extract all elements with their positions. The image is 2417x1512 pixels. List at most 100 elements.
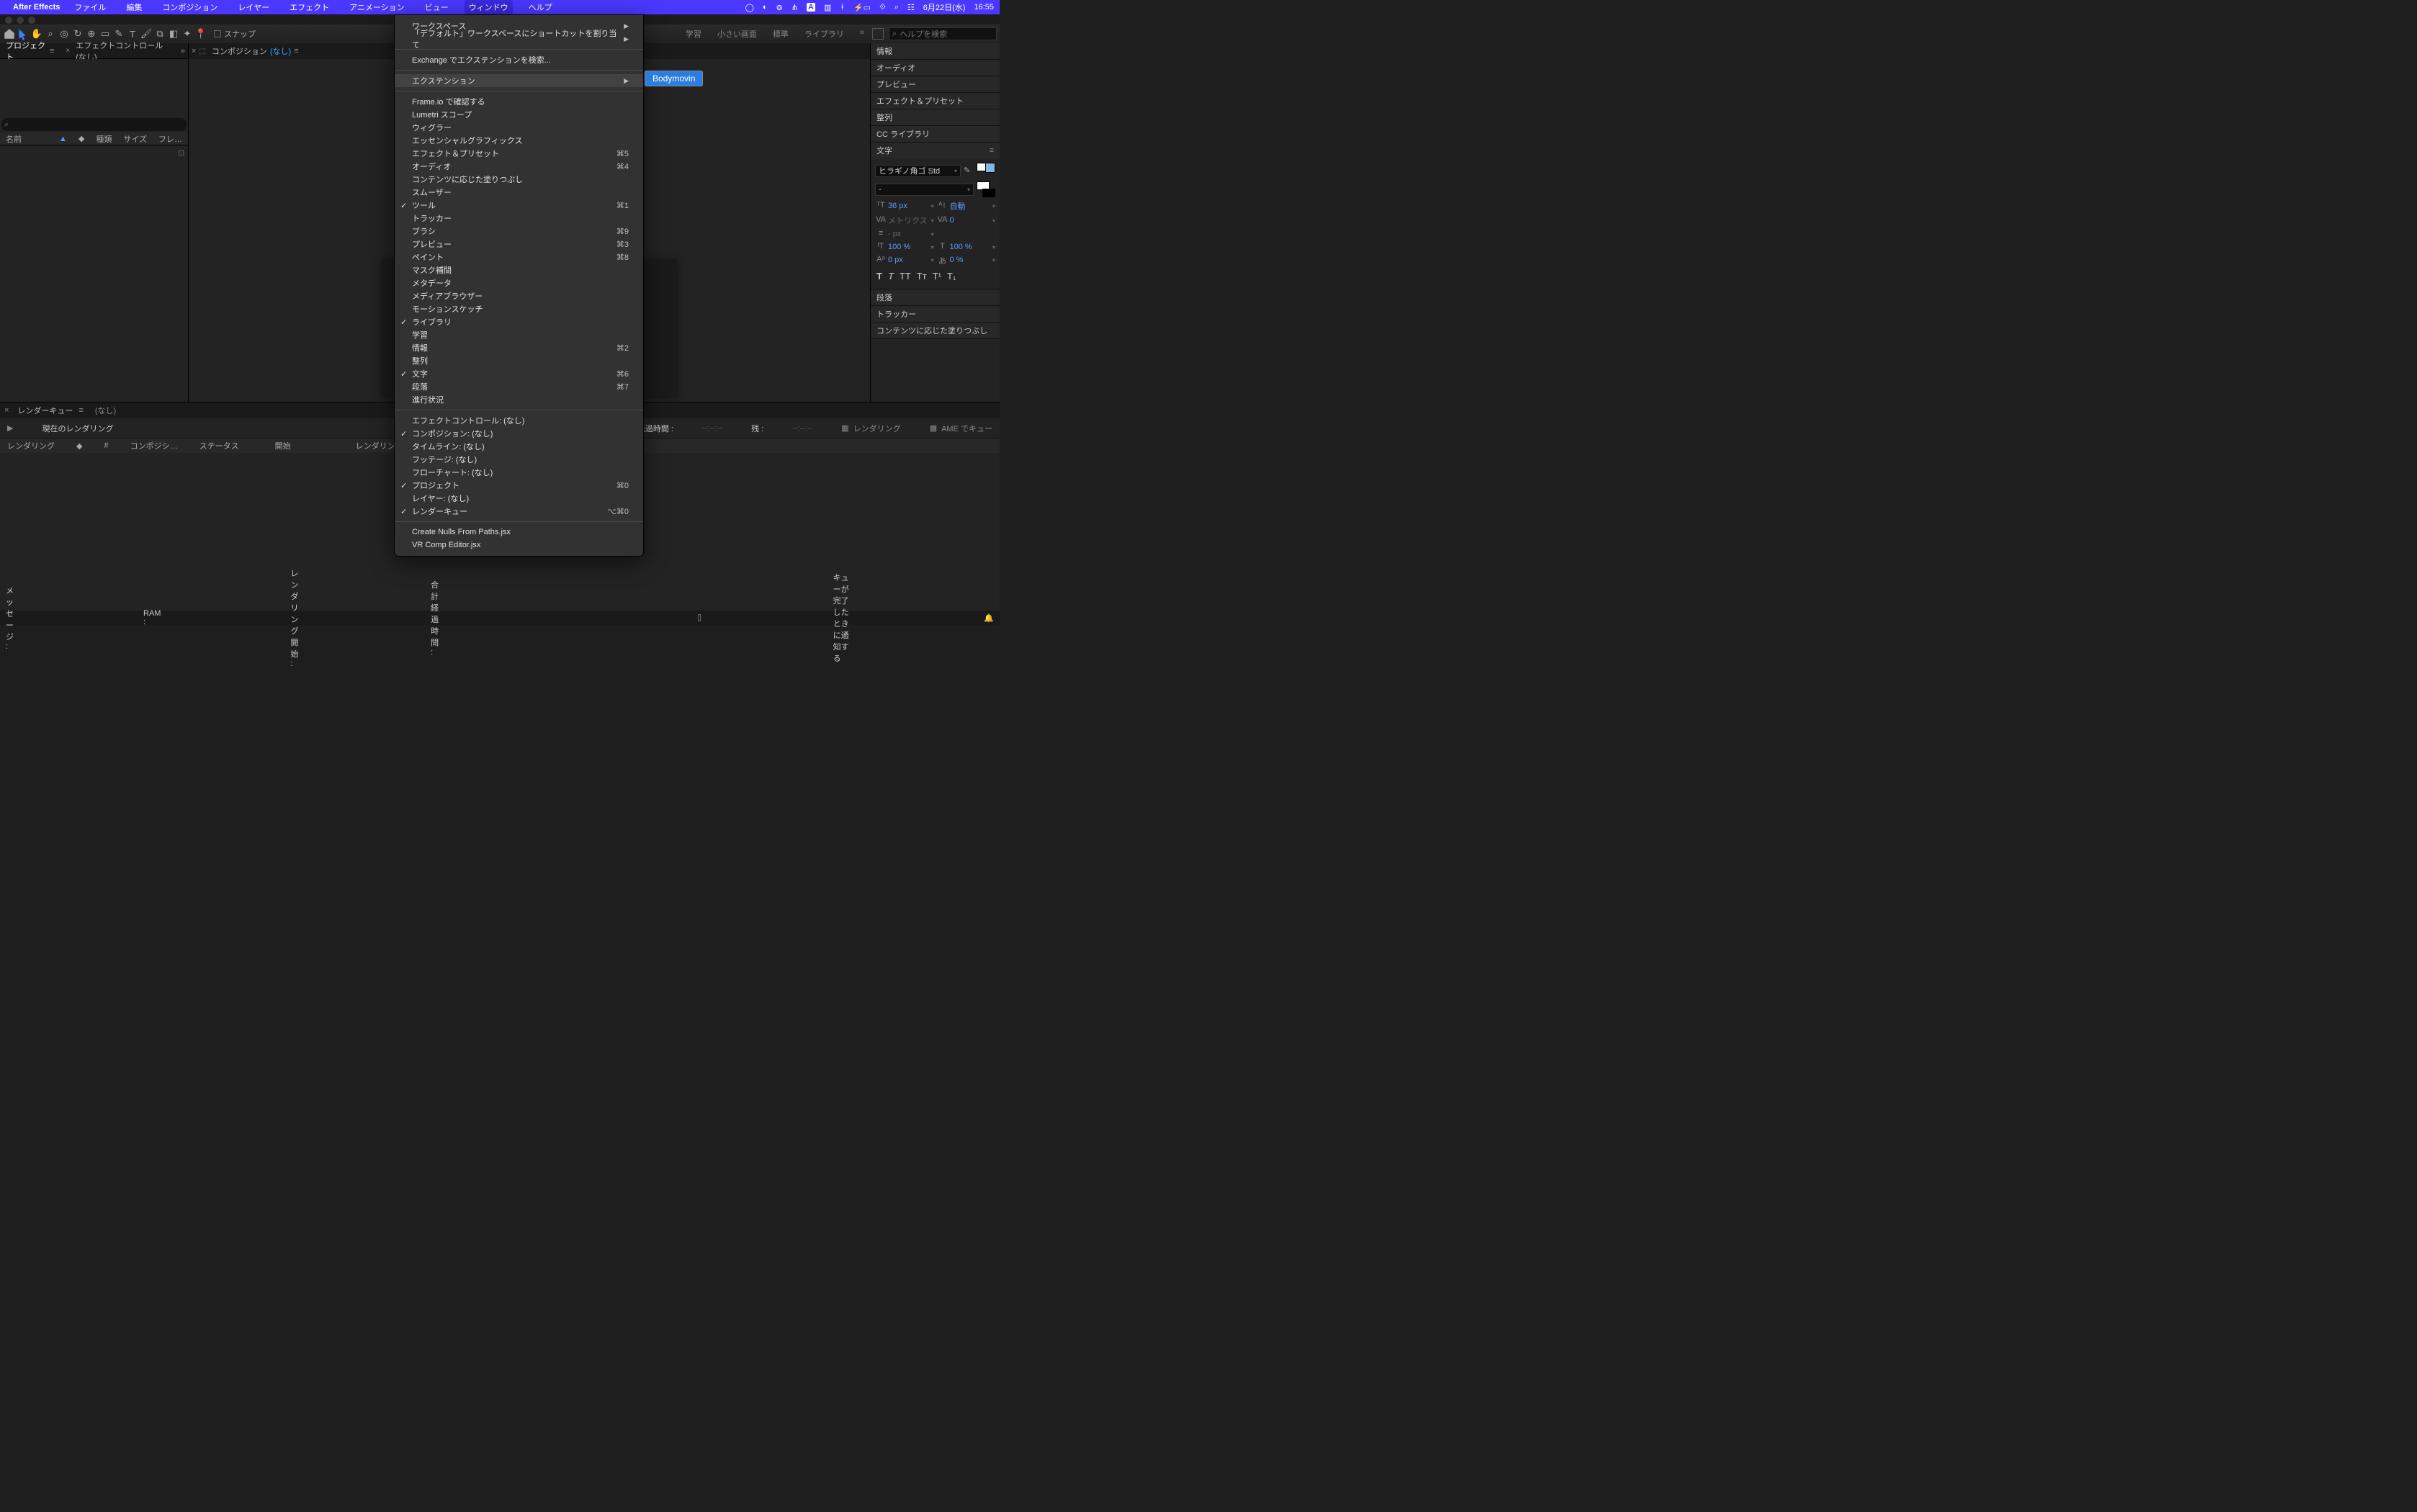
rq-tab[interactable]: レンダーキュー≡ (12, 402, 89, 419)
menu-effect[interactable]: エフェクト (285, 0, 333, 14)
app-name[interactable]: After Effects (13, 3, 60, 12)
menu-view[interactable]: ビュー (421, 0, 453, 14)
menubar-time[interactable]: 16:55 (974, 3, 994, 12)
menu-item[interactable]: Exchange でエクステンションを検索... (395, 53, 643, 66)
menu-item[interactable]: フローチャート: (なし) (395, 466, 643, 479)
menu-item[interactable]: 学習 (395, 328, 643, 341)
help-search[interactable]: ⌕ ヘルプを検索 (889, 27, 997, 40)
gear-status-icon[interactable]: ⊚ (776, 3, 783, 12)
menu-window[interactable]: ウィンドウ (465, 0, 513, 14)
wifi-icon[interactable]: ⟐ (879, 3, 886, 12)
menu-item[interactable]: メタデータ (395, 276, 643, 289)
traffic-max[interactable] (28, 17, 35, 24)
font-style-dropdown[interactable]: -▾ (875, 184, 974, 196)
menu-item[interactable]: ✓プロジェクト⌘0 (395, 479, 643, 492)
menu-item[interactable]: オーディオ⌘4 (395, 160, 643, 173)
style-subscript[interactable]: T₁ (947, 271, 956, 282)
kerning-value[interactable]: メトリクス (888, 215, 928, 226)
label-icon[interactable]: ◆ (79, 134, 84, 143)
style-superscript[interactable]: T¹ (933, 271, 941, 282)
tracking-value[interactable]: 0 (950, 216, 954, 225)
baseline-value[interactable]: 0 px (888, 256, 903, 264)
panel-audio[interactable]: オーディオ (871, 60, 1000, 76)
panel-overflow-icon[interactable]: » (178, 47, 188, 55)
menu-item[interactable]: タイムライン: (なし) (395, 440, 643, 453)
ws-standard[interactable]: 標準 (773, 28, 789, 40)
col-framerate[interactable]: フレ… (158, 133, 182, 145)
menu-file[interactable]: ファイル (70, 0, 110, 14)
menu-item[interactable]: フッテージ: (なし) (395, 453, 643, 466)
mute-icon[interactable]: ⋔ (792, 3, 798, 12)
eyedropper-icon[interactable]: ✎ (964, 166, 974, 176)
bell-icon[interactable]: 🔔 (984, 613, 994, 623)
menu-item[interactable]: コンテンツに応じた塗りつぶし (395, 173, 643, 186)
ime-icon[interactable]: A (807, 3, 815, 12)
ws-overflow-icon[interactable]: » (860, 28, 864, 40)
menu-animation[interactable]: アニメーション (345, 0, 409, 14)
menu-item[interactable]: モーションスケッチ (395, 302, 643, 315)
font-family-dropdown[interactable]: ヒラギノ角ゴ Std▾ (875, 165, 961, 177)
traffic-close[interactable] (5, 17, 12, 24)
panel-preview[interactable]: プレビュー (871, 76, 1000, 92)
render-button[interactable]: ▦レンダリング (841, 423, 900, 434)
menu-item[interactable]: 「デフォルト」ワークスペースにショートカットを割り当て▶ (395, 32, 643, 45)
ws-library[interactable]: ライブラリ (804, 28, 844, 40)
spotlight-icon[interactable]: ⌕ (894, 3, 899, 12)
menu-item[interactable]: ✓レンダーキュー⌥⌘0 (395, 505, 643, 518)
notify-checkbox[interactable] (698, 614, 700, 621)
col-type[interactable]: 種類 (96, 133, 112, 145)
vscale-value[interactable]: 100 % (888, 243, 910, 251)
menu-edit[interactable]: 編集 (122, 0, 146, 14)
rq-col-status[interactable]: ステータス (199, 440, 239, 451)
menu-item[interactable]: 情報⌘2 (395, 341, 643, 354)
menu-item[interactable]: Frame.io で確認する (395, 95, 643, 108)
menu-composition[interactable]: コンポジション (158, 0, 222, 14)
menu-help[interactable]: ヘルプ (524, 0, 557, 14)
rq-col-num[interactable]: # (104, 441, 108, 450)
fill-swatch-alt[interactable] (985, 163, 995, 173)
bluetooth-icon[interactable]: ᚼ (840, 3, 845, 12)
stroke-width-value[interactable]: - px (888, 230, 901, 238)
panel-info[interactable]: 情報 (871, 43, 1000, 59)
menu-item[interactable]: エフェクト＆プリセット⌘5 (395, 147, 643, 160)
globe-icon[interactable]: ◐ (763, 3, 768, 12)
traffic-min[interactable] (17, 17, 24, 24)
rq-col-comp[interactable]: コンポジシ… (130, 440, 178, 451)
menu-item[interactable]: 進行状況 (395, 393, 643, 406)
rq-col-start[interactable]: 開始 (275, 440, 291, 451)
panel-content-aware-fill[interactable]: コンテンツに応じた塗りつぶし (871, 323, 1000, 338)
rq-col-label[interactable]: ◆ (76, 441, 82, 451)
panel-toggle-icon[interactable] (872, 28, 884, 40)
control-center-icon[interactable]: ☷ (907, 3, 915, 12)
panel-character[interactable]: 文字≡ (871, 143, 1000, 158)
panel-align[interactable]: 整列 (871, 109, 1000, 125)
panel-effects-presets[interactable]: エフェクト＆プリセット (871, 93, 1000, 109)
menubar-date[interactable]: 6月22日(水) (923, 1, 966, 13)
panel-cc-library[interactable]: CC ライブラリ (871, 126, 1000, 142)
comp-tab[interactable]: コンポジション (なし) ≡ (206, 42, 305, 60)
leading-value[interactable]: 自動 (950, 200, 966, 212)
rq-col-render[interactable]: レンダリング (7, 440, 55, 451)
roto-tool-icon[interactable]: ✦ (181, 27, 194, 40)
menu-item[interactable]: エクステンション▶ (395, 74, 643, 87)
ws-small[interactable]: 小さい画面 (717, 28, 757, 40)
snap-toggle[interactable]: スナップ (214, 28, 256, 40)
flowchart-icon[interactable]: ⊡ (178, 148, 185, 156)
puppet-tool-icon[interactable]: 📍 (194, 27, 207, 40)
battery-icon[interactable]: ▥ (824, 3, 831, 12)
panel-menu-icon[interactable]: ≡ (990, 146, 994, 155)
menu-item[interactable]: ✓文字⌘6 (395, 367, 643, 380)
menu-item[interactable]: ブラシ⌘9 (395, 225, 643, 238)
ws-learn[interactable]: 学習 (686, 28, 701, 40)
menu-item[interactable]: プレビュー⌘3 (395, 238, 643, 251)
font-size-value[interactable]: 36 px (888, 202, 907, 210)
menu-item[interactable]: 段落⌘7 (395, 380, 643, 393)
col-size[interactable]: サイズ (123, 133, 147, 145)
panel-tracker[interactable]: トラッカー (871, 306, 1000, 322)
charge-icon[interactable]: ⚡▭ (853, 3, 871, 12)
menu-item[interactable]: ✓コンポジション: (なし) (395, 427, 643, 440)
rq-close-icon[interactable]: × (4, 406, 9, 415)
style-italic[interactable]: T (888, 271, 894, 282)
col-name[interactable]: 名前 (6, 133, 48, 145)
project-search[interactable]: ⌕ (1, 118, 187, 131)
